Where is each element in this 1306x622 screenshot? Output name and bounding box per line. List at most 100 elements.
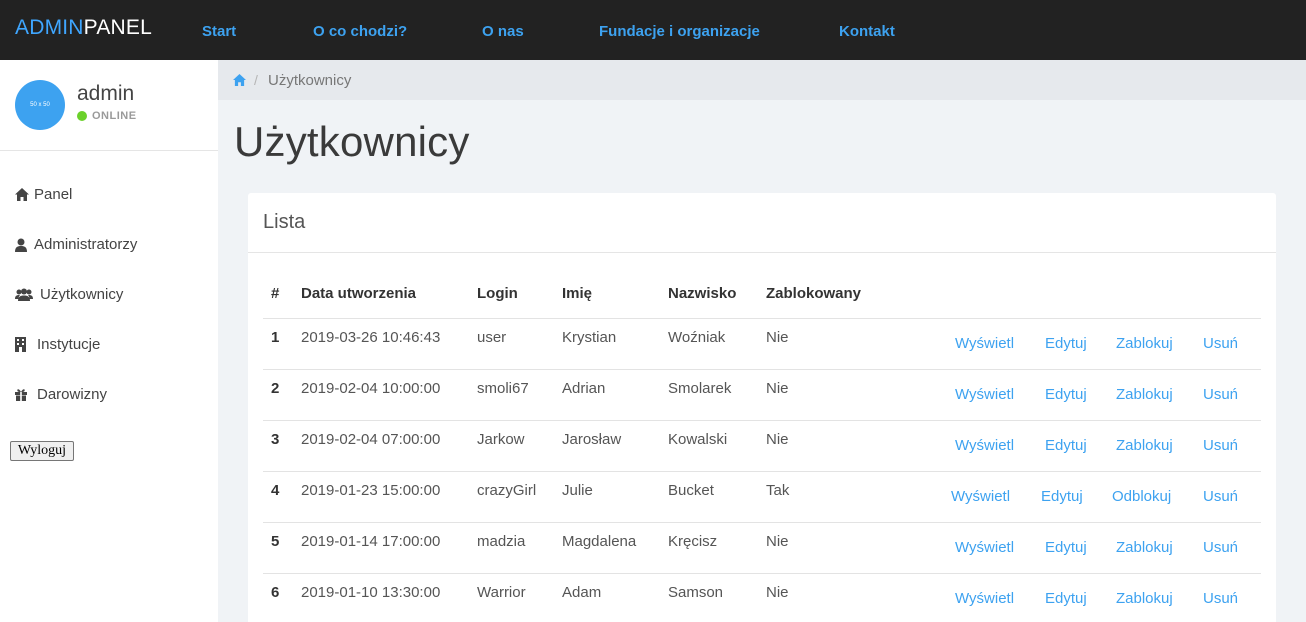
cell-login: crazyGirl: [477, 482, 537, 499]
block-button[interactable]: Zablokuj: [1116, 539, 1173, 556]
breadcrumb-separator: /: [254, 72, 258, 88]
cell-last-name: Smolarek: [668, 380, 732, 397]
column-header-login: Login: [477, 285, 518, 302]
column-header-number: #: [271, 285, 280, 302]
delete-button[interactable]: Usuń: [1203, 386, 1238, 403]
edit-button[interactable]: Edytuj: [1045, 437, 1087, 454]
view-button[interactable]: Wyświetl: [955, 590, 1014, 607]
cell-number: 6: [271, 584, 280, 601]
column-header-last-name: Nazwisko: [668, 285, 737, 302]
cell-last-name: Samson: [668, 584, 724, 601]
view-button[interactable]: Wyświetl: [955, 386, 1014, 403]
edit-button[interactable]: Edytuj: [1045, 335, 1087, 352]
view-button[interactable]: Wyświetl: [955, 539, 1014, 556]
cell-blocked: Nie: [766, 380, 789, 397]
home-icon: [15, 188, 33, 201]
sidebar-item-label: Administratorzy: [34, 236, 138, 253]
cell-first-name: Adrian: [562, 380, 606, 397]
row-divider: [263, 573, 1261, 574]
block-button[interactable]: Zablokuj: [1116, 335, 1173, 352]
sidebar-item-label: Użytkownicy: [40, 286, 124, 303]
cell-first-name: Jarosław: [562, 431, 622, 448]
view-button[interactable]: Wyświetl: [955, 437, 1014, 454]
page-title: Użytkownicy: [234, 118, 470, 165]
cell-blocked: Nie: [766, 533, 789, 550]
cell-date: 2019-01-10 13:30:00: [301, 584, 441, 601]
sidebar-item-darowizny[interactable]: Darowizny: [15, 386, 107, 403]
brand-part-panel: PANEL: [83, 16, 152, 39]
cell-number: 2: [271, 380, 280, 397]
sidebar-divider: [0, 150, 218, 151]
sidebar-item-instytucje[interactable]: Instytucje: [15, 336, 100, 353]
gift-icon: [15, 388, 36, 401]
row-divider: [263, 471, 1261, 472]
cell-first-name: Krystian: [562, 329, 617, 346]
nav-fundacje[interactable]: Fundacje i organizacje: [599, 23, 760, 40]
cell-last-name: Kręcisz: [668, 533, 718, 550]
cell-number: 3: [271, 431, 280, 448]
delete-button[interactable]: Usuń: [1203, 488, 1238, 505]
column-header-first-name: Imię: [562, 285, 593, 302]
delete-button[interactable]: Usuń: [1203, 590, 1238, 607]
row-divider: [263, 522, 1261, 523]
cell-date: 2019-02-04 10:00:00: [301, 380, 441, 397]
cell-number: 5: [271, 533, 280, 550]
cell-login: user: [477, 329, 507, 346]
users-icon: [15, 288, 39, 301]
sidebar: 50 x 50 admin ONLINE Panel Administrator…: [0, 60, 218, 622]
sidebar-item-label: Darowizny: [37, 386, 108, 403]
nav-start[interactable]: Start: [202, 23, 236, 40]
view-button[interactable]: Wyświetl: [951, 488, 1010, 505]
cell-date: 2019-03-26 10:46:43: [301, 329, 441, 346]
row-divider: [263, 420, 1261, 421]
logout-button[interactable]: Wyloguj: [10, 441, 74, 461]
block-button[interactable]: Zablokuj: [1116, 437, 1173, 454]
column-header-blocked: Zablokowany: [766, 285, 862, 302]
cell-blocked: Nie: [766, 329, 789, 346]
brand-logo[interactable]: ADMINPANEL: [15, 16, 152, 40]
avatar: 50 x 50: [15, 80, 65, 130]
sidebar-item-uzytkownicy[interactable]: Użytkownicy: [15, 286, 123, 303]
delete-button[interactable]: Usuń: [1203, 539, 1238, 556]
edit-button[interactable]: Edytuj: [1045, 539, 1087, 556]
online-status-label: ONLINE: [92, 110, 137, 122]
edit-button[interactable]: Edytuj: [1045, 590, 1087, 607]
cell-blocked: Tak: [766, 482, 790, 499]
online-status: ONLINE: [77, 110, 137, 122]
edit-button[interactable]: Edytuj: [1041, 488, 1083, 505]
card-divider: [248, 252, 1276, 253]
edit-button[interactable]: Edytuj: [1045, 386, 1087, 403]
sidebar-item-label: Instytucje: [37, 336, 101, 353]
cell-first-name: Julie: [562, 482, 593, 499]
cell-login: madzia: [477, 533, 526, 550]
breadcrumb: / Użytkownicy: [218, 60, 1306, 100]
cell-number: 1: [271, 329, 280, 346]
cell-date: 2019-01-23 15:00:00: [301, 482, 441, 499]
cell-login: smoli67: [477, 380, 529, 397]
online-dot-icon: [77, 111, 87, 121]
block-button[interactable]: Zablokuj: [1116, 590, 1173, 607]
user-name: admin: [77, 82, 135, 105]
cell-login: Warrior: [477, 584, 526, 601]
sidebar-item-label: Panel: [34, 186, 73, 203]
cell-last-name: Woźniak: [668, 329, 726, 346]
nav-kontakt[interactable]: Kontakt: [839, 23, 895, 40]
cell-last-name: Bucket: [668, 482, 714, 499]
card-title: Lista: [263, 211, 306, 233]
sidebar-item-administratorzy[interactable]: Administratorzy: [15, 236, 137, 253]
delete-button[interactable]: Usuń: [1203, 437, 1238, 454]
cell-first-name: Adam: [562, 584, 602, 601]
delete-button[interactable]: Usuń: [1203, 335, 1238, 352]
row-divider: [263, 369, 1261, 370]
breadcrumb-current: Użytkownicy: [268, 72, 352, 89]
nav-o-co-chodzi[interactable]: O co chodzi?: [313, 23, 407, 40]
building-icon: [15, 337, 36, 352]
home-icon[interactable]: [233, 73, 246, 91]
block-button[interactable]: Zablokuj: [1116, 386, 1173, 403]
column-header-date: Data utworzenia: [301, 285, 417, 302]
cell-last-name: Kowalski: [668, 431, 728, 448]
unblock-button[interactable]: Odblokuj: [1112, 488, 1171, 505]
view-button[interactable]: Wyświetl: [955, 335, 1014, 352]
sidebar-item-panel[interactable]: Panel: [15, 186, 72, 203]
nav-o-nas[interactable]: O nas: [482, 23, 524, 40]
